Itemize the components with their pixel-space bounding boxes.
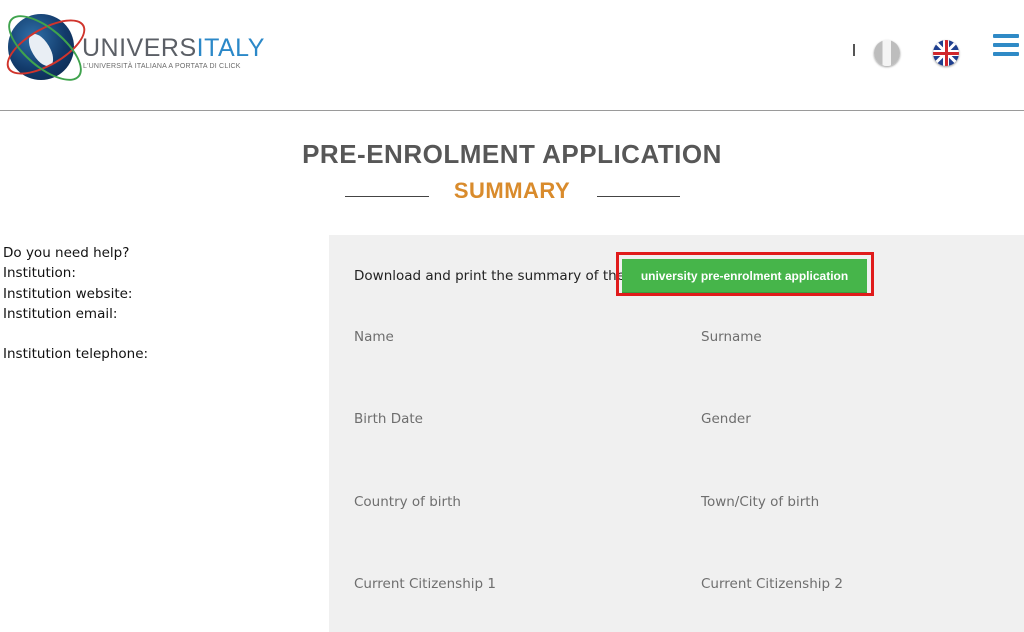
subtitle-divider-right xyxy=(597,196,680,197)
brand-part2: ITALY xyxy=(196,34,265,62)
page-subtitle: SUMMARY xyxy=(453,178,571,203)
brand-name: UNIVERSITALY xyxy=(82,34,265,63)
italian-flag-icon[interactable] xyxy=(874,40,900,66)
universitaly-logo[interactable]: UNIVERSITALY L'UNIVERSITÀ ITALIANA A POR… xyxy=(0,3,265,93)
town-of-birth-label: Town/City of birth xyxy=(701,494,820,510)
page-title: PRE-ENROLMENT APPLICATION xyxy=(302,139,722,169)
download-text: Download and print the summary of the xyxy=(354,268,625,284)
brand-tagline: L'UNIVERSITÀ ITALIANA A PORTATA DI CLICK xyxy=(83,63,241,70)
uk-flag-icon[interactable] xyxy=(933,40,959,66)
help-telephone: Institution telephone: xyxy=(3,346,149,363)
header-separator xyxy=(853,44,855,56)
surname-label: Surname xyxy=(701,329,762,345)
help-website: Institution website: xyxy=(3,285,133,302)
birth-date-label: Birth Date xyxy=(354,411,423,427)
help-email: Institution email: xyxy=(3,305,118,322)
citizenship1-label: Current Citizenship 1 xyxy=(354,576,496,592)
country-of-birth-label: Country of birth xyxy=(354,494,461,510)
gender-label: Gender xyxy=(701,411,751,427)
help-question: Do you need help? xyxy=(3,245,130,261)
help-institution: Institution: xyxy=(3,265,76,282)
site-header: UNIVERSITALY L'UNIVERSITÀ ITALIANA A POR… xyxy=(0,0,1024,111)
brand-part1: UNIVERS xyxy=(82,34,197,62)
hamburger-menu-icon[interactable] xyxy=(993,34,1019,60)
help-section: Do you need help? Institution: Instituti… xyxy=(3,243,148,364)
name-label: Name xyxy=(354,329,394,345)
citizenship2-label: Current Citizenship 2 xyxy=(701,576,843,592)
download-summary-button[interactable]: university pre-enrolment application xyxy=(622,259,867,293)
